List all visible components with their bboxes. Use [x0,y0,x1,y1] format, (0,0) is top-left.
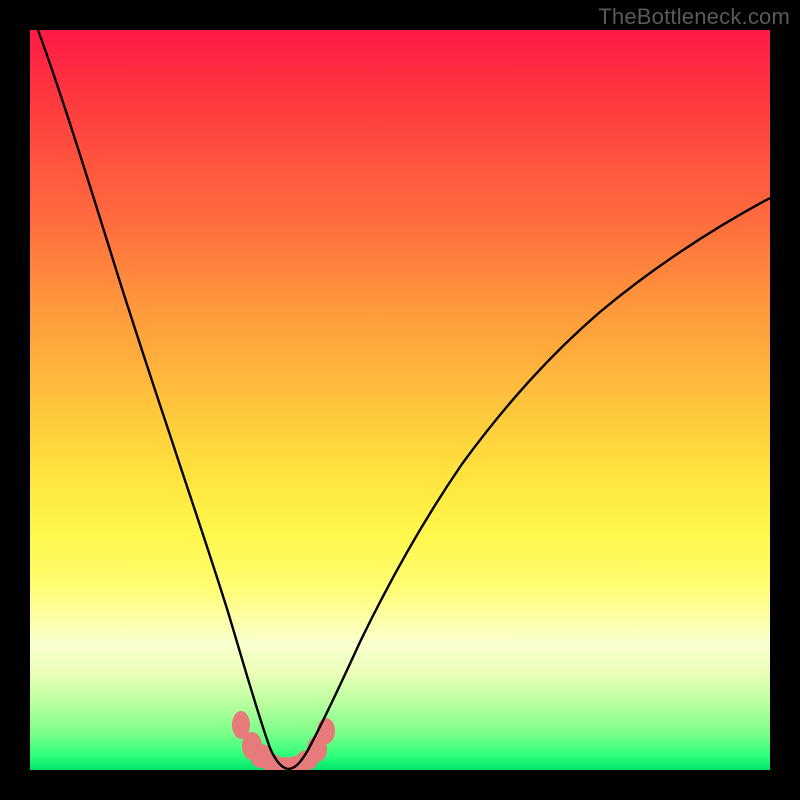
attribution-label: TheBottleneck.com [598,4,790,30]
sweet-spot-markers [232,711,335,770]
outer-frame: TheBottleneck.com [0,0,800,800]
chart-overlay [30,30,770,770]
bottleneck-curve [38,30,770,769]
